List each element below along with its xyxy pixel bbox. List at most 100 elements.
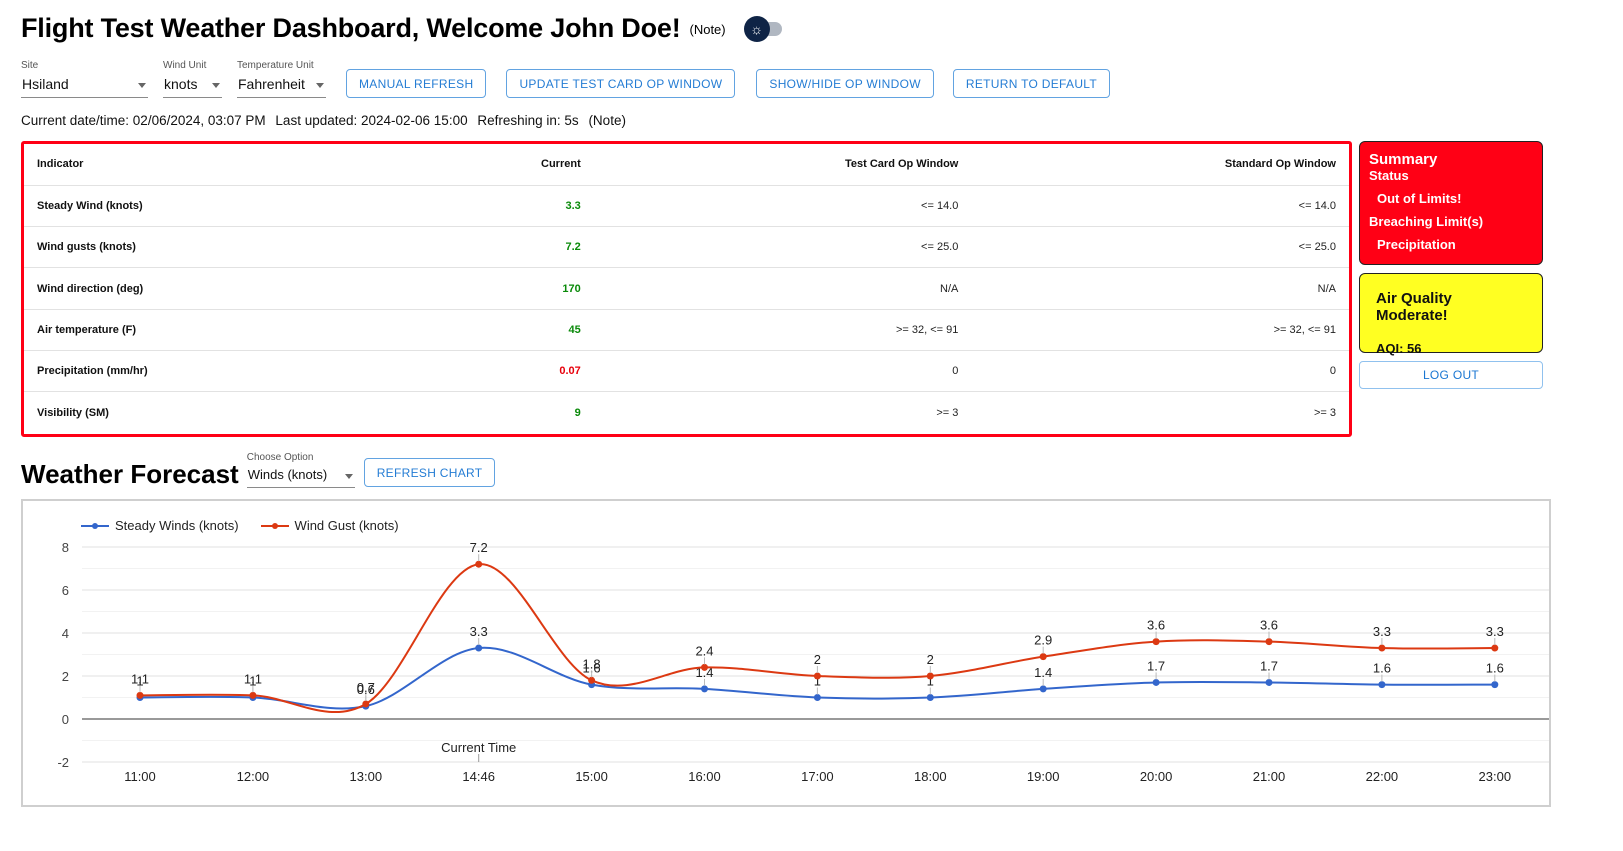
sun-icon: ☼	[743, 16, 770, 42]
temp-unit-value-text: Fahrenheit	[238, 76, 305, 92]
wind-unit-value[interactable]: knots	[163, 76, 222, 98]
y-tick-label: 6	[62, 583, 69, 598]
steady-winds-data-label: 1.4	[1034, 665, 1052, 680]
wind-gust-data-label: 2	[814, 652, 821, 667]
status-line: Current date/time: 02/06/2024, 03:07 PM …	[21, 113, 632, 128]
legend-swatch-gust	[260, 522, 289, 529]
forecast-option-select[interactable]: Choose Option Winds (knots)	[246, 452, 355, 488]
summary-breaching-label: Breaching Limit(s)	[1369, 214, 1484, 229]
wind-gust-point	[136, 691, 144, 699]
steady-winds-data-label: 1.6	[1373, 661, 1391, 676]
steady-winds-point	[1491, 681, 1499, 689]
legend-item-steady[interactable]: Steady Winds (knots)	[81, 518, 239, 533]
summary-status-value: Out of Limits!	[1377, 191, 1462, 206]
forecast-option-value-text: Winds (knots)	[247, 467, 328, 482]
update-test-card-button[interactable]: UPDATE TEST CARD OP WINDOW	[506, 69, 736, 98]
show-hide-op-window-button[interactable]: SHOW/HIDE OP WINDOW	[756, 69, 934, 98]
steady-winds-point	[813, 694, 821, 701]
indicator-cell: Air temperature (F)	[24, 309, 501, 351]
chevron-down-icon	[212, 83, 220, 88]
manual-refresh-button[interactable]: MANUAL REFRESH	[346, 69, 487, 98]
controls-bar: Site Hsiland Wind Unit knots Temperature…	[21, 60, 1125, 98]
current-value-cell: 3.3	[501, 185, 594, 228]
header-standard: Standard Op Window	[971, 144, 1349, 186]
wind-gust-data-label: 7.2	[470, 540, 488, 555]
indicator-cell: Wind direction (deg)	[24, 267, 501, 310]
legend-swatch-steady	[81, 522, 109, 529]
table-row: Visibility (SM) 9 >= 3 >= 3	[24, 392, 1349, 433]
x-tick-label: 17:00	[801, 769, 834, 784]
wind-unit-value-text: knots	[164, 76, 198, 92]
table-row: Air temperature (F) 45 >= 32, <= 91 >= 32, …	[24, 309, 1349, 351]
status-note: (Note)	[588, 113, 626, 128]
header: Flight Test Weather Dashboard, Welcome J…	[21, 10, 784, 46]
steady-winds-point	[701, 685, 708, 693]
wind-gust-point	[926, 672, 934, 680]
steady-winds-point	[1039, 685, 1047, 693]
site-select[interactable]: Site Hsiland	[21, 60, 148, 98]
indicator-cell: Precipitation (mm/hr)	[24, 350, 501, 393]
wind-unit-select[interactable]: Wind Unit knots	[163, 60, 222, 98]
x-tick-label: 19:00	[1027, 769, 1060, 784]
theme-toggle[interactable]: ☼	[743, 16, 784, 42]
wind-gust-point	[1152, 638, 1160, 646]
chevron-down-icon	[138, 83, 146, 88]
logout-button[interactable]: LOG OUT	[1359, 361, 1543, 389]
legend-label-steady: Steady Winds (knots)	[115, 518, 239, 533]
table-row: Wind gusts (knots) 7.2 <= 25.0 <= 25.0	[24, 226, 1349, 269]
temp-unit-select[interactable]: Temperature Unit Fahrenheit	[237, 60, 326, 98]
wind-gust-data-label: 2	[927, 652, 934, 667]
standard-window-cell: 0	[971, 350, 1349, 393]
x-tick-label: 14:46	[462, 769, 495, 784]
x-tick-label: 22:00	[1366, 769, 1399, 784]
legend-item-gust[interactable]: Wind Gust (knots)	[260, 518, 399, 533]
last-updated: Last updated: 2024-02-06 15:00	[275, 113, 468, 128]
summary-title: Summary	[1369, 151, 1438, 168]
wind-gust-data-label: 1.1	[131, 671, 149, 686]
x-tick-label: 20:00	[1140, 769, 1173, 784]
wind-gust-point	[701, 663, 708, 671]
current-value-cell: 9	[574, 406, 581, 419]
standard-window-cell: >= 3	[1313, 406, 1336, 419]
wind-unit-label: Wind Unit	[163, 60, 207, 71]
return-to-default-button[interactable]: RETURN TO DEFAULT	[952, 69, 1110, 98]
wind-gust-point	[1491, 644, 1499, 652]
wind-gust-data-label: 3.3	[1373, 624, 1391, 639]
standard-window-cell: >= 32, <= 91	[971, 309, 1349, 351]
aqi-value: AQI: 56	[1376, 341, 1422, 356]
x-tick-label: 11:00	[124, 769, 156, 784]
wind-gust-point	[1265, 638, 1273, 646]
steady-winds-data-label: 3.3	[470, 624, 488, 639]
temp-unit-value[interactable]: Fahrenheit	[237, 76, 326, 98]
y-tick-label: 0	[62, 712, 69, 727]
test-card-window-cell: >= 3	[936, 406, 959, 419]
chevron-down-icon	[316, 83, 324, 88]
indicator-cell: Wind gusts (knots)	[24, 226, 501, 269]
wind-gust-point	[1039, 653, 1047, 661]
steady-winds-point	[475, 644, 483, 652]
indicator-cell: Visibility (SM)	[37, 406, 109, 419]
site-value[interactable]: Hsiland	[21, 76, 148, 98]
refresh-chart-button[interactable]: REFRESH CHART	[363, 458, 496, 487]
test-card-window-cell: <= 25.0	[593, 226, 972, 269]
wind-gust-point	[475, 560, 483, 568]
forecast-option-value[interactable]: Winds (knots)	[246, 467, 355, 488]
page-title: Flight Test Weather Dashboard, Welcome J…	[21, 12, 681, 43]
y-tick-label: -2	[57, 755, 69, 770]
temp-unit-label: Temperature Unit	[237, 60, 314, 71]
chart-canvas: -2 0 2 4 6 8 11:00 12:00 13:00 14:46 15:00 16:00 17:…	[57, 540, 1549, 784]
wind-gust-point	[362, 700, 370, 708]
steady-winds-point	[1152, 678, 1160, 686]
test-card-window-cell: N/A	[593, 267, 972, 310]
wind-gust-data-label: 3.6	[1147, 618, 1165, 633]
header-test-card: Test Card Op Window	[593, 144, 972, 186]
summary-breaching-value: Precipitation	[1377, 237, 1456, 252]
wind-gust-point	[588, 676, 596, 684]
current-time-annotation: Current Time	[441, 740, 516, 755]
summary-panel: Summary Status Out of Limits! Breaching …	[1359, 141, 1543, 265]
legend-dot	[92, 522, 98, 529]
standard-window-cell: <= 25.0	[971, 226, 1349, 269]
wind-gust-data-label: 3.3	[1486, 624, 1504, 639]
table-row: Wind direction (deg) 170 N/A N/A	[24, 267, 1349, 310]
steady-winds-data-label: 1.7	[1147, 658, 1165, 673]
